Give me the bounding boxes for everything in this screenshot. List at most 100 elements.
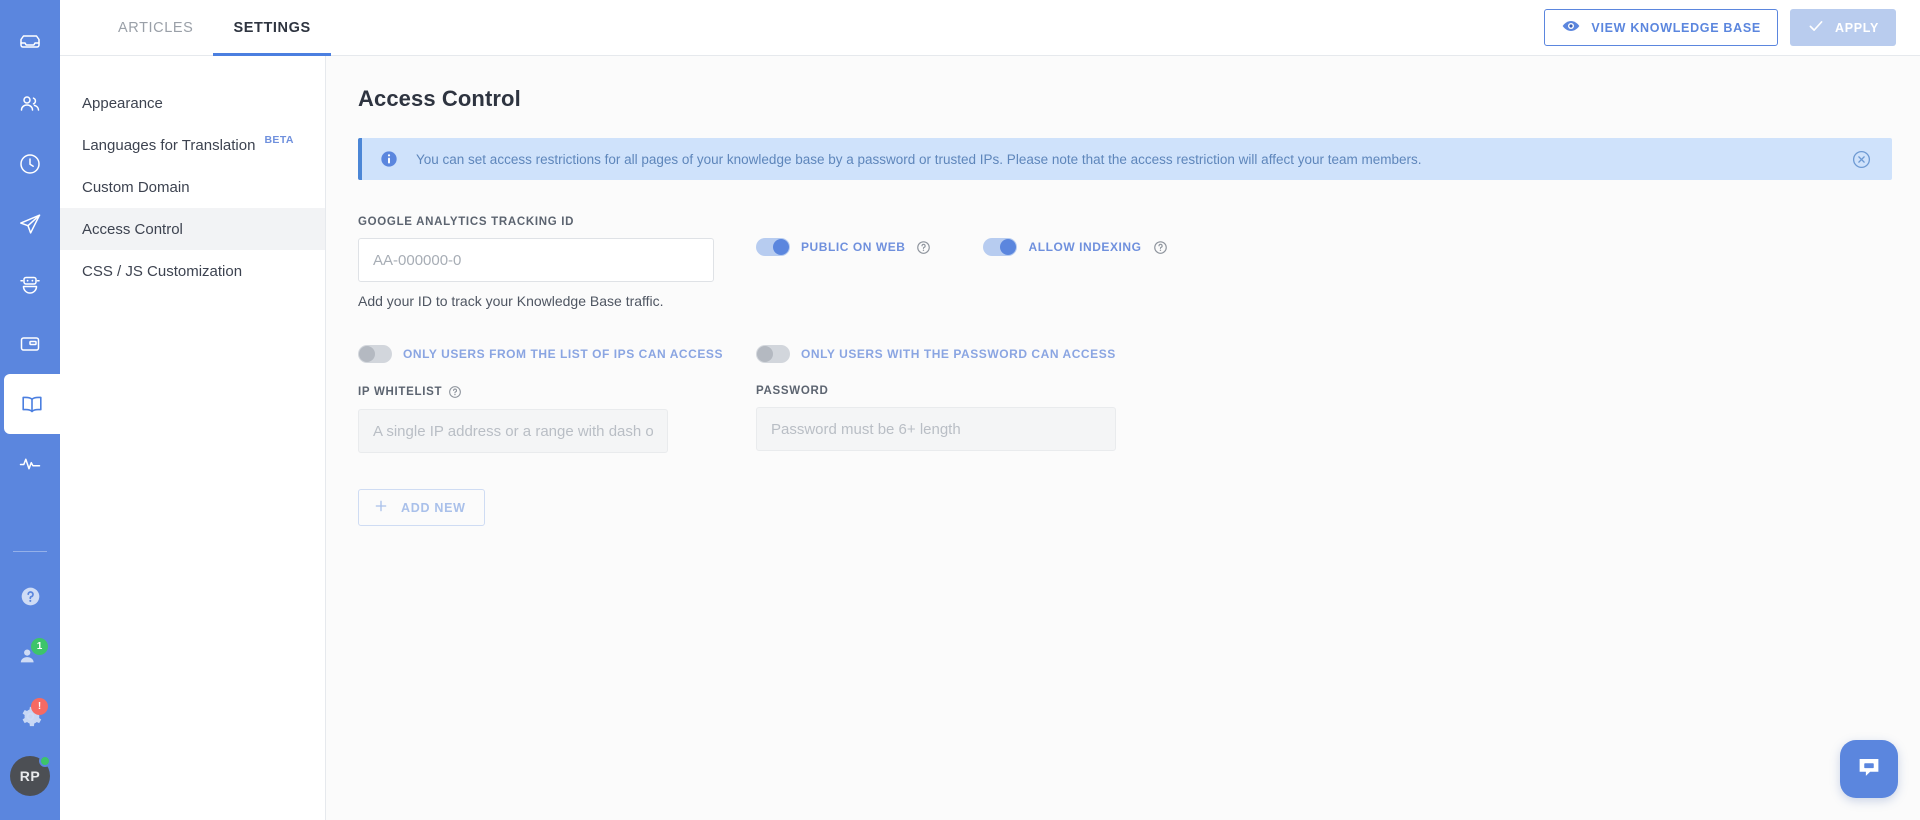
rail-divider	[13, 551, 47, 552]
google-analytics-input[interactable]	[358, 238, 714, 282]
add-new-button[interactable]: ADD NEW	[358, 489, 485, 526]
top-bar-actions: VIEW KNOWLEDGE BASE APPLY	[1544, 0, 1920, 55]
toggle-switch[interactable]	[983, 238, 1018, 256]
public-on-web-toggle[interactable]: PUBLIC ON WEB	[756, 238, 931, 256]
only-password-cell: ONLY USERS WITH THE PASSWORD CAN ACCESS	[756, 345, 1892, 363]
settings-row-restrictions: ONLY USERS FROM THE LIST OF IPS CAN ACCE…	[358, 345, 1892, 363]
info-banner-text: You can set access restrictions for all …	[416, 151, 1422, 167]
workspace: ARTICLES SETTINGS VIEW KNOWLEDGE BASE AP…	[60, 0, 1920, 820]
ip-whitelist-group: IP WHITELIST	[358, 385, 756, 453]
content-area: Appearance Languages for Translation BET…	[60, 56, 1920, 820]
help-circle-icon[interactable]	[916, 240, 931, 255]
toggle-knob	[1000, 239, 1017, 255]
sidebar-item-appearance[interactable]: Appearance	[60, 82, 325, 124]
activity-icon	[18, 452, 42, 476]
toggle-knob	[757, 346, 773, 362]
top-bar: ARTICLES SETTINGS VIEW KNOWLEDGE BASE AP…	[60, 0, 1920, 56]
tab-settings[interactable]: SETTINGS	[213, 0, 332, 56]
settings-nav: Appearance Languages for Translation BET…	[60, 56, 326, 820]
toggle-switch[interactable]	[756, 238, 790, 256]
app-root: 1 ! RP ARTICLES SETTINGS VIEW KNOWLEDGE …	[0, 0, 1920, 820]
password-input[interactable]	[756, 407, 1116, 451]
page-title: Access Control	[358, 86, 521, 111]
chat-bubble-icon	[1854, 752, 1884, 787]
main-panel: Access Control You can set access restri…	[326, 56, 1920, 820]
sidebar-item-css-js-customization[interactable]: CSS / JS Customization	[60, 250, 325, 292]
settings-alert-badge: !	[31, 698, 48, 715]
sidebar-item-custom-domain[interactable]: Custom Domain	[60, 166, 325, 208]
only-ips-label: ONLY USERS FROM THE LIST OF IPS CAN ACCE…	[403, 347, 724, 361]
google-analytics-hint: Add your ID to track your Knowledge Base…	[358, 293, 664, 309]
ip-whitelist-input[interactable]	[358, 409, 668, 453]
help-circle-icon[interactable]	[1153, 240, 1168, 255]
rail-top-group	[0, 0, 60, 494]
plus-icon	[373, 498, 389, 517]
toggle-knob	[773, 239, 789, 255]
rail-item-broadcast[interactable]	[0, 314, 60, 374]
public-on-web-label: PUBLIC ON WEB	[801, 240, 906, 254]
rail-item-activity[interactable]	[0, 434, 60, 494]
online-status-dot	[39, 755, 51, 767]
sidebar-item-label: CSS / JS Customization	[82, 262, 243, 280]
rail-item-knowledge-base[interactable]	[4, 374, 60, 434]
help-icon	[19, 585, 42, 608]
info-icon	[362, 149, 416, 169]
invite-user-badge: 1	[31, 638, 48, 655]
apply-label: APPLY	[1834, 20, 1879, 35]
avatar[interactable]: RP	[10, 755, 51, 796]
info-banner: You can set access restrictions for all …	[358, 138, 1892, 180]
rail-item-inbox[interactable]	[0, 14, 60, 74]
sidebar-item-label: Access Control	[82, 220, 183, 238]
toggle-knob	[359, 346, 375, 362]
rail-item-invite-user[interactable]: 1	[0, 626, 60, 686]
avatar-initials: RP	[19, 768, 41, 784]
help-circle-icon[interactable]	[448, 385, 462, 399]
sidebar-item-label: Languages for Translation	[82, 136, 256, 154]
password-label: PASSWORD	[756, 385, 829, 397]
rail-item-settings[interactable]: !	[0, 686, 60, 746]
check-icon	[1807, 17, 1825, 38]
beta-badge: BETA	[264, 134, 294, 146]
allow-indexing-toggle[interactable]: ALLOW INDEXING	[983, 238, 1167, 256]
tab-articles[interactable]: ARTICLES	[98, 0, 213, 55]
ip-whitelist-label: IP WHITELIST	[358, 386, 443, 398]
knowledge-base-icon	[20, 392, 44, 416]
allow-indexing-label: ALLOW INDEXING	[1028, 240, 1142, 254]
only-password-label: ONLY USERS WITH THE PASSWORD CAN ACCESS	[801, 347, 1116, 361]
add-new-label: ADD NEW	[401, 500, 466, 515]
close-circle-icon[interactable]	[1851, 149, 1876, 170]
sidebar-item-languages-for-translation[interactable]: Languages for Translation BETA	[60, 124, 325, 166]
contacts-icon	[18, 92, 42, 116]
rail-item-contacts[interactable]	[0, 74, 60, 134]
ip-whitelist-label-wrap: IP WHITELIST	[358, 385, 756, 399]
rail-item-campaigns[interactable]	[0, 194, 60, 254]
bot-icon	[18, 272, 42, 296]
toggle-switch[interactable]	[756, 345, 790, 363]
only-password-toggle[interactable]: ONLY USERS WITH THE PASSWORD CAN ACCESS	[756, 345, 1892, 363]
only-ips-cell: ONLY USERS FROM THE LIST OF IPS CAN ACCE…	[358, 345, 756, 363]
view-knowledge-base-button[interactable]: VIEW KNOWLEDGE BASE	[1544, 9, 1778, 46]
rail-item-bots[interactable]	[0, 254, 60, 314]
apply-button[interactable]: APPLY	[1789, 9, 1896, 46]
chat-widget-button[interactable]	[1840, 740, 1898, 798]
rail-item-account[interactable]: RP	[0, 746, 60, 806]
toggle-switch[interactable]	[358, 345, 392, 363]
rail-item-history[interactable]	[0, 134, 60, 194]
rail-bottom-group: 1 ! RP	[0, 541, 60, 820]
visibility-toggle-row: PUBLIC ON WEB ALLOW INDEXING	[756, 216, 1892, 256]
view-knowledge-base-label: VIEW KNOWLEDGE BASE	[1591, 20, 1761, 35]
settings-row-analytics: GOOGLE ANALYTICS TRACKING ID Add your ID…	[358, 216, 1892, 309]
google-analytics-label: GOOGLE ANALYTICS TRACKING ID	[358, 216, 575, 228]
clock-icon	[18, 152, 42, 176]
sidebar-item-access-control[interactable]: Access Control	[60, 208, 325, 250]
rail-item-help[interactable]	[0, 566, 60, 626]
send-icon	[18, 212, 42, 236]
visibility-toggles-group: PUBLIC ON WEB ALLOW INDEXING	[756, 216, 1892, 309]
broadcast-icon	[18, 332, 42, 356]
top-tabs: ARTICLES SETTINGS	[60, 0, 332, 56]
primary-icon-rail: 1 ! RP	[0, 0, 60, 820]
only-ips-toggle[interactable]: ONLY USERS FROM THE LIST OF IPS CAN ACCE…	[358, 345, 756, 363]
sidebar-item-label: Custom Domain	[82, 178, 190, 196]
inbox-icon	[18, 32, 42, 56]
google-analytics-group: GOOGLE ANALYTICS TRACKING ID Add your ID…	[358, 216, 756, 309]
